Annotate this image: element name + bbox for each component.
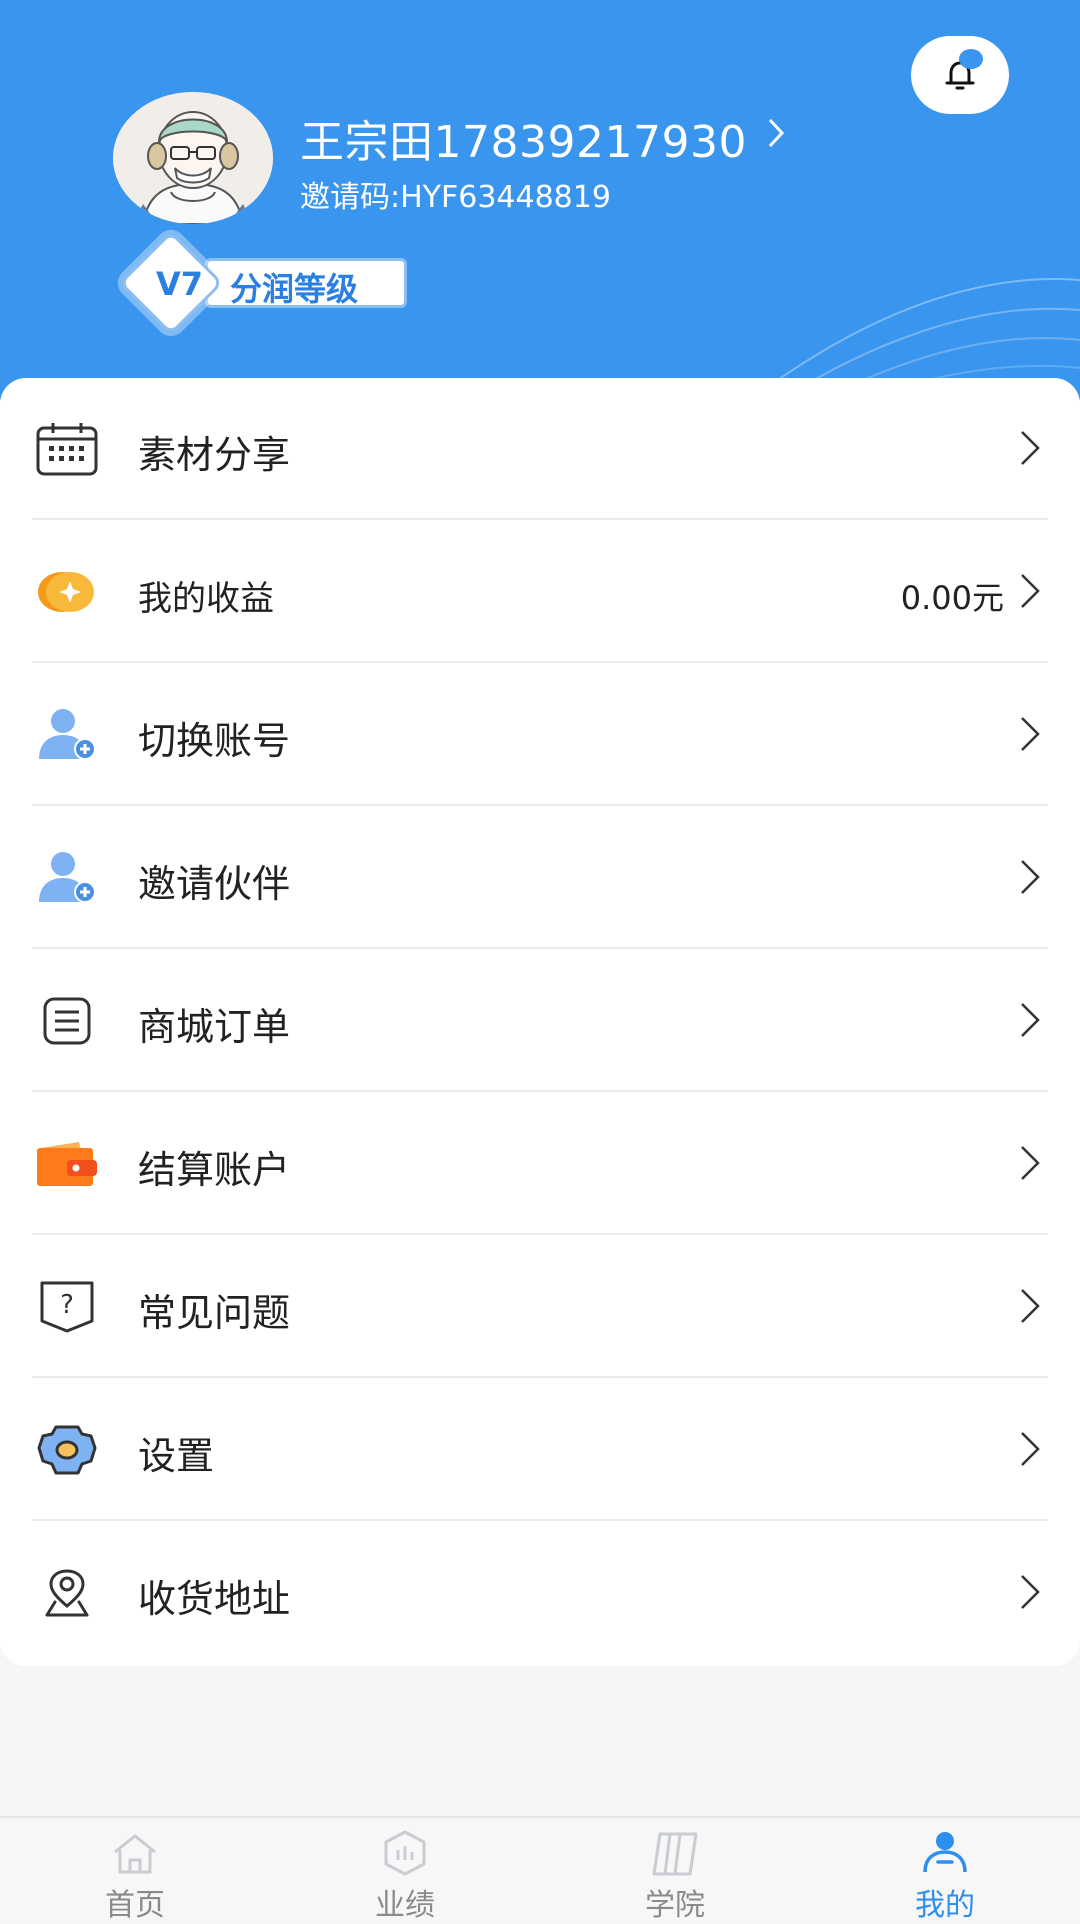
menu-item-faq[interactable]: ? 常见问题	[0, 1236, 1080, 1378]
chart-icon	[384, 1830, 426, 1876]
tab-mine[interactable]: 我的	[810, 1818, 1080, 1923]
divider	[32, 661, 1048, 663]
menu-item-settings[interactable]: 设置	[0, 1379, 1080, 1521]
menu-item-invite-partner[interactable]: 邀请伙伴	[0, 807, 1080, 949]
menu-item-shipping-address[interactable]: 收货地址	[0, 1522, 1080, 1664]
notification-button[interactable]	[911, 36, 1009, 114]
tab-bar: 首页 业绩 学院 我的	[0, 1816, 1080, 1923]
user-add-icon	[34, 702, 100, 768]
menu-label: 我的收益	[138, 579, 274, 619]
menu-item-my-earnings[interactable]: 我的收益 0.00元	[0, 521, 1080, 663]
profile-header: 王宗田17839217930 邀请码:HYF63448819 V7 分润等级	[0, 0, 1080, 400]
chevron-right-icon	[1021, 860, 1040, 894]
user-add-icon	[34, 845, 100, 911]
chevron-right-icon	[1021, 1289, 1040, 1323]
menu-label: 切换账号	[138, 719, 291, 763]
tab-academy[interactable]: 学院	[540, 1818, 810, 1923]
menu-list: 素材分享 我的收益 0.00元 切换账号 邀请伙伴 商城订单 结算账户 ? 常见…	[0, 378, 1080, 1666]
menu-label: 商城订单	[138, 1005, 291, 1049]
divider	[32, 1090, 1048, 1092]
book-icon	[652, 1832, 698, 1876]
divider	[32, 518, 1048, 520]
invite-code: 邀请码:HYF63448819	[300, 180, 611, 215]
divider	[32, 947, 1048, 949]
notification-dot	[959, 49, 983, 69]
avatar[interactable]	[113, 92, 273, 224]
menu-item-material-share[interactable]: 素材分享	[0, 378, 1080, 520]
tab-label: 学院	[645, 1888, 705, 1923]
chevron-right-icon	[1021, 574, 1040, 608]
wallet-icon	[34, 1131, 100, 1197]
level-badge: V7 分润等级	[118, 230, 410, 336]
tab-label: 业绩	[375, 1888, 435, 1923]
menu-item-settlement-account[interactable]: 结算账户	[0, 1093, 1080, 1235]
menu-item-switch-account[interactable]: 切换账号	[0, 664, 1080, 806]
menu-label: 常见问题	[138, 1291, 291, 1335]
chevron-right-icon	[1021, 1575, 1040, 1609]
menu-label: 设置	[138, 1434, 215, 1478]
level-value: V7	[156, 265, 204, 303]
divider	[32, 804, 1048, 806]
divider	[32, 1519, 1048, 1521]
menu-label: 邀请伙伴	[138, 862, 291, 906]
chevron-right-icon[interactable]	[766, 116, 786, 150]
home-icon	[114, 1834, 156, 1874]
coin-icon	[34, 559, 100, 625]
chevron-right-icon	[1021, 717, 1040, 751]
menu-item-mall-orders[interactable]: 商城订单	[0, 950, 1080, 1092]
user-icon	[923, 1832, 967, 1873]
chevron-right-icon	[1021, 1146, 1040, 1180]
tab-home[interactable]: 首页	[0, 1818, 270, 1923]
question-icon: ?	[34, 1274, 100, 1340]
user-name[interactable]: 王宗田17839217930	[300, 106, 747, 170]
tab-performance[interactable]: 业绩	[270, 1818, 540, 1923]
gear-icon	[34, 1417, 100, 1483]
earnings-value: 0.00元	[900, 579, 1004, 617]
menu-label: 素材分享	[138, 433, 291, 477]
chevron-right-icon	[1021, 1003, 1040, 1037]
tab-label: 我的	[915, 1888, 975, 1923]
calendar-icon	[34, 416, 100, 482]
list-icon	[34, 988, 100, 1054]
menu-label: 收货地址	[138, 1577, 291, 1621]
divider	[32, 1376, 1048, 1378]
location-icon	[34, 1560, 100, 1626]
divider	[32, 1233, 1048, 1235]
wave-decoration	[750, 278, 1080, 400]
chevron-right-icon	[1021, 1432, 1040, 1466]
level-label: 分润等级	[230, 270, 359, 308]
avatar-illustration	[113, 92, 273, 224]
menu-label: 结算账户	[138, 1148, 291, 1192]
svg-text:?: ?	[60, 1290, 74, 1320]
chevron-right-icon	[1021, 431, 1040, 465]
tab-label: 首页	[105, 1888, 165, 1923]
